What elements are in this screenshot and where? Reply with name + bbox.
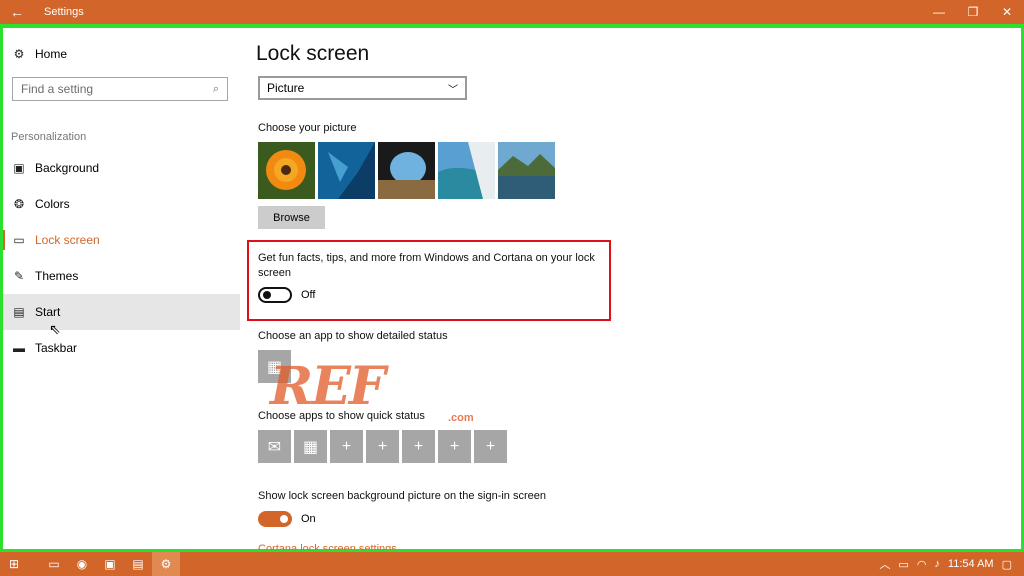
windows-icon: ⊞: [8, 557, 20, 571]
sidebar-item-label: Themes: [35, 269, 79, 283]
taskbar-file-explorer[interactable]: ▭: [40, 552, 68, 576]
restore-button[interactable]: ❐: [956, 0, 990, 24]
search-input[interactable]: Find a setting ⌕: [12, 77, 228, 101]
sidebar-item-label: Start: [35, 305, 61, 319]
chevron-down-icon: ﹀: [448, 84, 458, 96]
quick-status-add-tile[interactable]: +: [330, 430, 363, 463]
mail-icon: ✉: [267, 438, 282, 456]
quick-status-add-tile[interactable]: +: [366, 430, 399, 463]
taskbar-app-2[interactable]: ▣: [96, 552, 124, 576]
signin-bg-state: On: [301, 513, 316, 525]
clock[interactable]: 11:54 AM: [948, 558, 994, 570]
search-placeholder: Find a setting: [21, 82, 94, 96]
chevron-up-icon[interactable]: ︿: [879, 556, 890, 572]
watermark-logo: REF: [270, 356, 386, 417]
window-title: Settings: [44, 6, 84, 18]
signin-bg-toggle[interactable]: [258, 511, 292, 527]
sidebar-item-background[interactable]: ▣ Background: [3, 150, 240, 186]
dropdown-value: Picture: [267, 81, 305, 95]
sidebar-item-label: Background: [35, 161, 100, 175]
volume-icon[interactable]: ♪: [934, 558, 940, 570]
sidebar-item-home[interactable]: ⚙ Home: [3, 36, 240, 72]
folder-icon: ▭: [48, 557, 60, 571]
calendar-icon: ▦: [302, 438, 319, 456]
quick-status-mail-tile[interactable]: ✉: [258, 430, 291, 463]
chrome-icon: ◉: [76, 557, 88, 571]
app-icon: ▤: [132, 557, 144, 571]
wifi-icon[interactable]: ◠: [917, 558, 927, 571]
annotation-highlight-box: [247, 240, 611, 321]
browse-button[interactable]: Browse: [258, 206, 325, 229]
sidebar-item-themes[interactable]: ✎ Themes: [3, 258, 240, 294]
signin-bg-toggle-row: On: [258, 511, 316, 527]
battery-icon[interactable]: ▭: [898, 558, 908, 571]
notifications-icon[interactable]: ▢: [1002, 558, 1012, 571]
quick-status-add-tile[interactable]: +: [438, 430, 471, 463]
palette-icon: ❂: [13, 197, 25, 211]
app-icon: ▣: [104, 557, 116, 571]
detailed-status-label: Choose an app to show detailed status: [258, 330, 448, 342]
watermark-suffix: .com: [448, 412, 474, 424]
title-bar: ← Settings — ❐ ✕: [0, 0, 1024, 24]
sidebar: ⚙ Home Find a setting ⌕ Personalization …: [3, 28, 240, 548]
plus-icon: +: [485, 437, 496, 455]
thumbnail-coast[interactable]: [438, 142, 495, 199]
back-arrow-icon: ←: [10, 4, 24, 20]
sidebar-item-taskbar[interactable]: ▬ Taskbar: [3, 330, 240, 366]
sidebar-item-label: Taskbar: [35, 341, 78, 355]
thumbnail-cave[interactable]: [378, 142, 435, 199]
start-button[interactable]: ⊞: [0, 552, 28, 576]
system-tray: ︿ ▭ ◠ ♪ 11:54 AM ▢: [879, 552, 1024, 576]
sidebar-item-label: Lock screen: [35, 233, 100, 247]
section-label: Personalization: [11, 131, 87, 143]
active-indicator: [3, 230, 5, 250]
background-dropdown[interactable]: Picture ﹀: [258, 76, 467, 100]
image-icon: ▣: [13, 161, 25, 175]
start-icon: ▤: [13, 305, 25, 319]
minimize-button[interactable]: —: [922, 0, 956, 24]
sidebar-item-label: Home: [35, 47, 68, 61]
thumbnail-lake[interactable]: [498, 142, 555, 199]
lock-screen-icon: ▭: [13, 233, 25, 247]
thumbnail-flower[interactable]: [258, 142, 315, 199]
taskbar-settings[interactable]: ⚙: [152, 552, 180, 576]
plus-icon: +: [449, 437, 460, 455]
signin-bg-label: Show lock screen background picture on t…: [258, 490, 546, 502]
thumbnail-underwater[interactable]: [318, 142, 375, 199]
quick-status-add-tile[interactable]: +: [402, 430, 435, 463]
cortana-lock-screen-link[interactable]: Cortana lock screen settings: [258, 542, 397, 550]
taskbar: ⊞ ▭ ◉ ▣ ▤ ⚙ ︿ ▭ ◠ ♪ 11:54 AM ▢: [0, 552, 1024, 576]
taskbar-app-3[interactable]: ▤: [124, 552, 152, 576]
plus-icon: +: [341, 437, 352, 455]
plus-icon: +: [413, 437, 424, 455]
close-button[interactable]: ✕: [990, 0, 1024, 24]
quick-status-add-tile[interactable]: +: [474, 430, 507, 463]
sidebar-item-start[interactable]: ▤ Start: [3, 294, 240, 330]
quick-status-tiles: ✉ ▦ + + + + +: [258, 430, 507, 463]
taskbar-chrome[interactable]: ◉: [68, 552, 96, 576]
picture-thumbnails: [258, 142, 555, 199]
gear-icon: ⚙: [160, 557, 172, 571]
quick-status-calendar-tile[interactable]: ▦: [294, 430, 327, 463]
choose-picture-label: Choose your picture: [258, 122, 357, 134]
sidebar-item-label: Colors: [35, 197, 70, 211]
gear-icon: ⚙: [13, 47, 25, 61]
page-title: Lock screen: [256, 42, 370, 65]
mouse-cursor-icon: ⇖: [49, 321, 61, 337]
plus-icon: +: [377, 437, 388, 455]
sidebar-item-colors[interactable]: ❂ Colors: [3, 186, 240, 222]
taskbar-icon: ▬: [13, 341, 25, 355]
themes-icon: ✎: [13, 269, 25, 283]
sidebar-item-lock-screen[interactable]: ▭ Lock screen: [3, 222, 240, 258]
back-button[interactable]: ←: [0, 0, 34, 24]
search-icon: ⌕: [212, 82, 219, 95]
